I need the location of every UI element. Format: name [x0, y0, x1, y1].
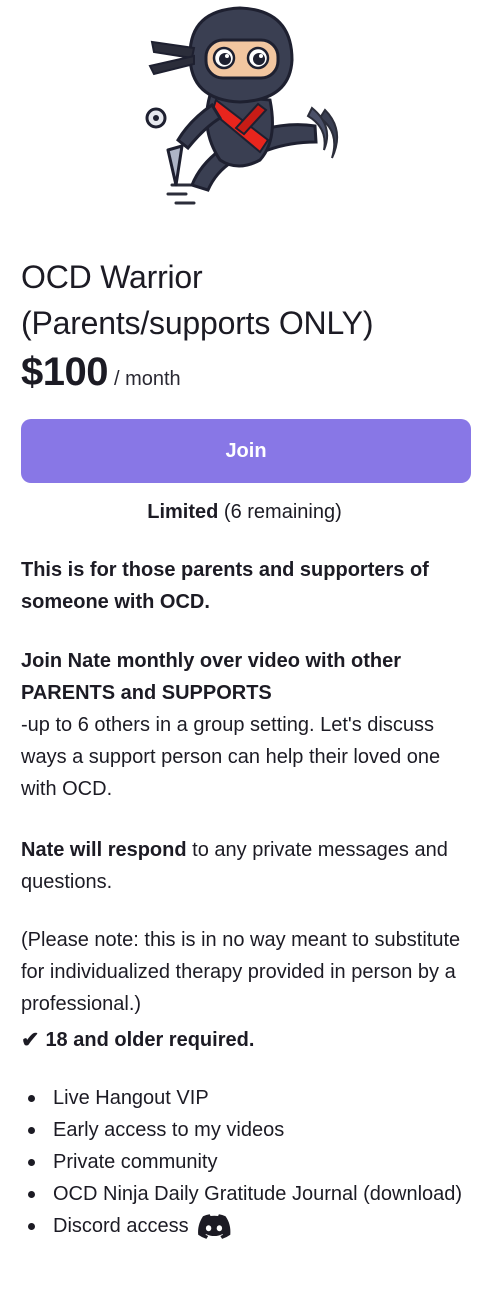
tier-title-line1: OCD Warrior	[21, 259, 203, 295]
benefit-label: Private community	[53, 1151, 218, 1173]
tier-title: OCD Warrior (Parents/supports ONLY)	[21, 254, 471, 346]
description-messages: Nate will respond to any private message…	[21, 834, 473, 898]
join-button[interactable]: Join	[21, 419, 471, 483]
discord-icon	[197, 1214, 231, 1239]
tier-price: $100 / month	[21, 350, 181, 400]
group-sessions-text: -up to 6 others in a group setting. Let'…	[21, 714, 441, 800]
benefit-label: OCD Ninja Daily Gratitude Journal (downl…	[53, 1183, 463, 1205]
age-requirement: ✔ 18 and older required.	[21, 1024, 254, 1056]
description-group-sessions: Join Nate monthly over video with other …	[21, 645, 473, 805]
description-disclaimer: (Please note: this is in no way meant to…	[21, 929, 461, 1015]
group-sessions-heading: Join Nate monthly over video with other …	[21, 650, 402, 704]
price-amount: $100	[21, 350, 108, 394]
checkmark-icon: ✔	[21, 1027, 40, 1052]
benefit-item: Private community	[21, 1146, 473, 1178]
remaining-count: (6 remaining)	[218, 501, 342, 523]
ninja-mascot-icon	[145, 6, 339, 205]
benefits-list: Live Hangout VIP Early access to my vide…	[21, 1082, 473, 1242]
benefit-label: Live Hangout VIP	[53, 1087, 209, 1109]
benefit-item: Discord access	[21, 1210, 473, 1242]
benefit-item: OCD Ninja Daily Gratitude Journal (downl…	[21, 1178, 473, 1210]
limited-label: Limited	[147, 501, 219, 523]
benefit-label: Discord access	[53, 1215, 189, 1237]
tier-title-line2: (Parents/supports ONLY)	[21, 305, 374, 341]
benefit-item: Early access to my videos	[21, 1114, 473, 1146]
messages-heading: Nate will respond	[21, 839, 187, 861]
age-requirement-text: 18 and older required.	[45, 1029, 255, 1051]
benefit-item: Live Hangout VIP	[21, 1082, 473, 1114]
price-period: / month	[113, 368, 181, 390]
tier-card: OCD Warrior (Parents/supports ONLY) $100…	[0, 0, 489, 1316]
limited-availability: Limited (6 remaining)	[0, 498, 489, 526]
benefit-label: Early access to my videos	[53, 1119, 285, 1141]
description-intro: This is for those parents and supporters…	[21, 559, 429, 613]
